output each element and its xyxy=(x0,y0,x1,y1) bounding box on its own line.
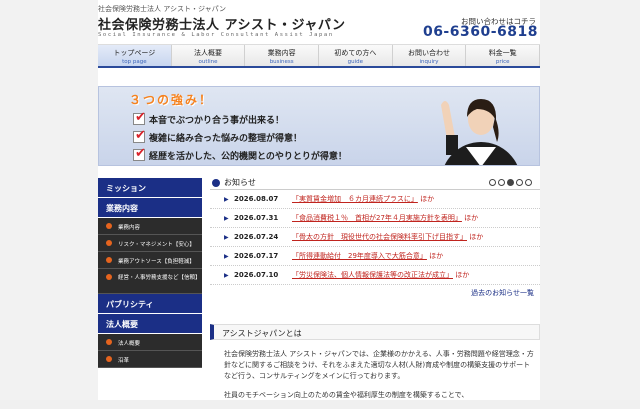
bullet-icon xyxy=(212,179,220,187)
sidebar-item-risk[interactable]: リスク・マネジメント【安心】 xyxy=(98,235,202,252)
news-title: お知らせ xyxy=(224,178,256,187)
nav-business[interactable]: 業務内容 business xyxy=(245,45,320,66)
hero-banner: ３つの強み！ 本音でぶつかり合う事が出来る！ 複雑に絡み合った悩みの整理が得意！… xyxy=(98,86,540,166)
hero-strength-2: 複雑に絡み合った悩みの整理が得意！ xyxy=(149,134,303,144)
main-wrapper: 社会保険労務士法人 アシスト・ジャパン 社会保険労務士法人 アシスト・ジャパン … xyxy=(98,0,541,400)
hero-title: ３つの強み！ xyxy=(129,93,214,107)
sidebar: ミッション 業務内容 業務内容 リスク・マネジメント【安心】 業務アウトソース【… xyxy=(98,178,202,400)
sidebar-heading-corporate[interactable]: 法人概要 xyxy=(98,314,202,334)
arrow-right-icon: ▶ xyxy=(224,252,229,260)
nav-outline[interactable]: 法人概要 outline xyxy=(171,45,246,66)
phone-number[interactable]: 06-6360-6818 xyxy=(423,24,538,40)
news-date: 2026.07.10 xyxy=(234,271,279,279)
news-item[interactable]: ▶ 2026.07.31 「食品消費税１％ 首相が27年４月実施方針を表明」 ほか xyxy=(210,209,540,228)
news-date: 2026.07.24 xyxy=(234,233,279,241)
arrow-right-icon: ▶ xyxy=(224,233,229,241)
sidebar-heading-mission[interactable]: ミッション xyxy=(98,178,202,198)
news-date: 2026.07.17 xyxy=(234,252,279,260)
arrow-right-icon: ▶ xyxy=(224,195,229,203)
nav-sublabel: price xyxy=(495,59,510,65)
nav-sublabel: guide xyxy=(347,59,364,65)
page-background: 社会保険労務士法人 アシスト・ジャパン 社会保険労務士法人 アシスト・ジャパン … xyxy=(0,0,640,400)
about-paragraph-2: 社員のモチベーション向上のための賃金や福利厚生の制度を構築することで、 xyxy=(224,391,469,399)
sidebar-item-outline[interactable]: 法人概要 xyxy=(98,334,202,351)
news-suffix: ほか xyxy=(464,214,479,222)
global-nav: トップページ top page 法人概要 outline 業務内容 business … xyxy=(98,44,541,68)
nav-inquiry[interactable]: お問い合わせ inquiry xyxy=(392,45,467,66)
news-suffix: ほか xyxy=(469,233,484,241)
news-link[interactable]: 「骨太の方針 現役世代の社会保険料率引下げ目指す」 xyxy=(292,233,467,241)
header-tagline: 社会保険労務士法人 アシスト・ジャパン xyxy=(98,5,226,13)
checkbox-icon xyxy=(133,128,146,143)
news-link[interactable]: 「所得連動給付 29年度導入で大筋合意」 xyxy=(292,252,427,260)
news-date: 2026.08.07 xyxy=(234,195,279,203)
nav-label: 業務内容 xyxy=(267,49,296,57)
sidebar-item-history[interactable]: 沿革 xyxy=(98,351,202,368)
nav-sublabel: business xyxy=(269,59,294,65)
hero-strength-1: 本音でぶつかり合う事が出来る！ xyxy=(149,116,285,126)
nav-sublabel: top page xyxy=(122,59,147,65)
news-link[interactable]: 「労災保険法、個人情報保護法等の改正法が成立」 xyxy=(292,271,453,279)
pager-dot[interactable] xyxy=(516,179,523,186)
about-section: アシストジャパンとは 社会保険労務士法人 アシスト・ジャパンでは、企業様のかかえ… xyxy=(210,324,540,409)
news-pager xyxy=(489,179,532,186)
sidebar-item-support[interactable]: 経営・人事労務支援など【信頼】 xyxy=(98,269,202,294)
nav-sublabel: outline xyxy=(198,59,218,65)
news-item[interactable]: ▶ 2026.07.24 「骨太の方針 現役世代の社会保険料率引下げ目指す」 ほか xyxy=(210,228,540,247)
hero-strength-3: 経歴を活かした、公的機関とのやりとりが得意！ xyxy=(149,152,347,162)
news-suffix: ほか xyxy=(455,271,470,279)
about-body: 社会保険労務士法人 アシスト・ジャパンでは、企業様のかかえる、人事・労務問題や経… xyxy=(210,340,540,401)
nav-price[interactable]: 料金一覧 price xyxy=(466,45,541,66)
nav-label: 法人概要 xyxy=(194,49,222,57)
sidebar-heading-publicity[interactable]: パブリシティ xyxy=(98,294,202,314)
news-link[interactable]: 「食品消費税１％ 首相が27年４月実施方針を表明」 xyxy=(292,214,462,222)
pager-dot[interactable] xyxy=(489,179,496,186)
news-date: 2026.07.31 xyxy=(234,214,279,222)
sidebar-item-outsource[interactable]: 業務アウトソース【負担軽減】 xyxy=(98,252,202,269)
news-item[interactable]: ▶ 2026.07.17 「所得連動給付 29年度導入で大筋合意」 ほか xyxy=(210,247,540,266)
about-paragraph-1: 社会保険労務士法人 アシスト・ジャパンでは、企業様のかかえる、人事・労務問題や経… xyxy=(224,350,534,380)
pager-dot[interactable] xyxy=(498,179,505,186)
news-link[interactable]: 「実質賃金増加 ６カ月連続プラスに」 xyxy=(292,195,418,203)
nav-label: トップページ xyxy=(113,49,156,57)
arrow-right-icon: ▶ xyxy=(224,214,229,222)
news-list: ▶ 2026.08.07 「実質賃金増加 ６カ月連続プラスに」 ほか ▶ 2026.0… xyxy=(210,190,540,286)
nav-label: 料金一覧 xyxy=(488,49,517,57)
sidebar-item-business[interactable]: 業務内容 xyxy=(98,218,202,235)
news-section: お知らせ ▶ 2026.08.07 「実質賃金増加 ６カ月連続プラスに」 ほか ▶ 2… xyxy=(210,176,540,298)
nav-guide[interactable]: 初めての方へ guide xyxy=(319,45,393,66)
site-logo-subtitle: Social Insurance & Labor Consultant Assi… xyxy=(98,32,334,38)
site-logo[interactable]: 社会保険労務士法人 アシスト・ジャパン xyxy=(98,14,346,33)
news-suffix: ほか xyxy=(429,252,444,260)
news-header: お知らせ xyxy=(210,176,540,190)
checkbox-icon xyxy=(133,146,146,161)
about-heading: アシストジャパンとは xyxy=(210,324,540,340)
arrow-right-icon: ▶ xyxy=(224,271,229,279)
sidebar-heading-business[interactable]: 業務内容 xyxy=(98,198,202,218)
news-item[interactable]: ▶ 2026.07.10 「労災保険法、個人情報保護法等の改正法が成立」 ほか xyxy=(210,266,540,285)
pager-dot[interactable] xyxy=(525,179,532,186)
news-item[interactable]: ▶ 2026.08.07 「実質賃金増加 ６カ月連続プラスに」 ほか xyxy=(210,190,540,209)
nav-top[interactable]: トップページ top page xyxy=(98,45,172,66)
nav-label: お問い合わせ xyxy=(408,49,451,57)
pager-dot-active[interactable] xyxy=(507,179,514,186)
news-archive-link[interactable]: 過去のお知らせ一覧 xyxy=(210,288,540,298)
nav-sublabel: inquiry xyxy=(419,59,439,65)
business-woman-photo xyxy=(441,99,518,165)
checkbox-icon xyxy=(133,110,146,125)
nav-label: 初めての方へ xyxy=(334,49,377,57)
news-suffix: ほか xyxy=(420,195,435,203)
